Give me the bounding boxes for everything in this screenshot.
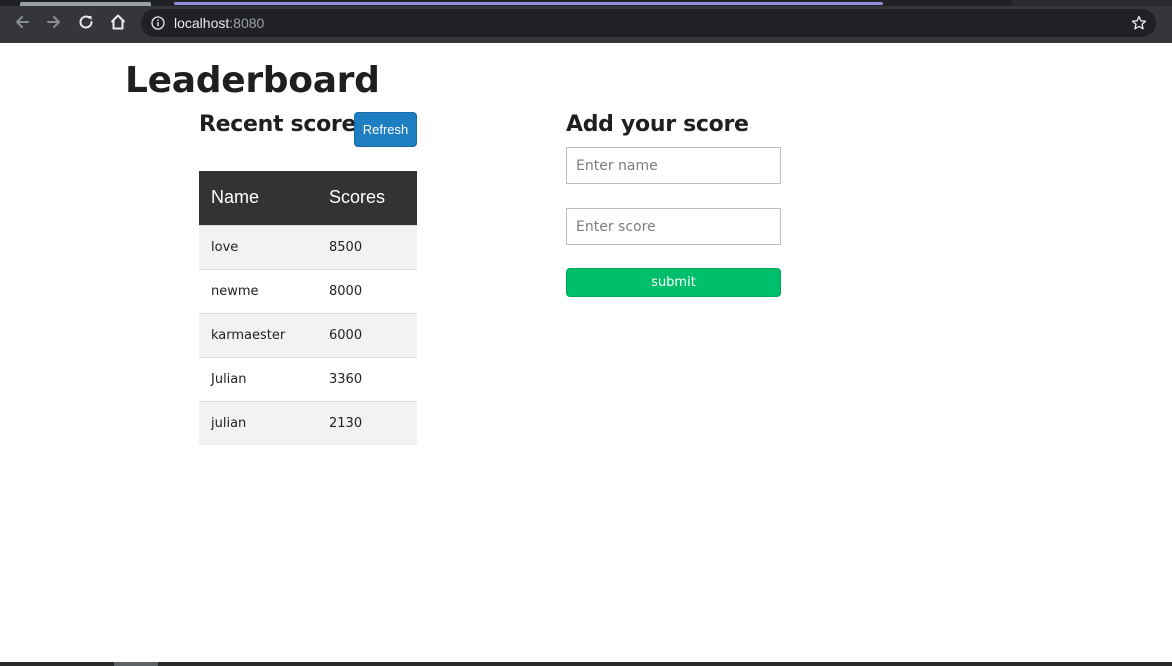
row-score-cell: 2130 (317, 400, 417, 445)
column-header-scores: Scores (317, 171, 417, 225)
home-button[interactable] (108, 12, 128, 32)
url-text[interactable]: localhost:8080 (174, 15, 264, 31)
submit-button[interactable]: submit (566, 268, 781, 297)
row-name-cell: newme (199, 268, 317, 313)
row-score-cell: 6000 (317, 312, 417, 357)
column-header-name: Name (199, 171, 317, 225)
arrow-right-icon (47, 16, 60, 28)
name-input[interactable] (566, 147, 781, 184)
table-row: Julian 3360 (199, 356, 417, 401)
table-row: newme 8000 (199, 268, 417, 313)
tab-strip (0, 0, 1172, 6)
bottom-edge-segment (114, 662, 158, 666)
bottom-edge-bar (0, 662, 1172, 666)
recent-scores-heading: Recent scores (199, 112, 369, 137)
row-name-cell: karmaester (199, 312, 317, 357)
table-row: love 8500 (199, 224, 417, 269)
table-header-row: Name Scores (199, 171, 417, 225)
scores-table: Name Scores love 8500 newme 8000 karmaes… (199, 171, 417, 445)
reload-icon (79, 15, 93, 29)
url-port: :8080 (229, 15, 265, 31)
page-title: Leaderboard (125, 60, 380, 101)
row-score-cell: 3360 (317, 356, 417, 401)
refresh-button[interactable]: Refresh (354, 112, 417, 147)
table-row: julian 2130 (199, 400, 417, 445)
add-score-heading: Add your score (566, 112, 749, 137)
home-icon (110, 14, 126, 30)
star-icon[interactable] (1131, 15, 1147, 31)
browser-toolbar: localhost:8080 (0, 0, 1172, 43)
info-icon[interactable] (151, 16, 165, 30)
row-score-cell: 8500 (317, 224, 417, 269)
row-name-cell: Julian (199, 356, 317, 401)
url-host: localhost (174, 15, 230, 31)
address-bar[interactable]: localhost:8080 (141, 9, 1156, 37)
row-name-cell: love (199, 224, 317, 269)
table-row: karmaester 6000 (199, 312, 417, 357)
forward-button[interactable] (44, 12, 64, 32)
tab-strip-end (1012, 0, 1172, 6)
reload-button[interactable] (76, 12, 96, 32)
inactive-tab[interactable] (20, 2, 151, 6)
row-score-cell: 8000 (317, 268, 417, 313)
back-button[interactable] (12, 12, 32, 32)
row-name-cell: julian (199, 400, 317, 445)
score-input[interactable] (566, 208, 781, 245)
arrow-left-icon (16, 16, 29, 28)
loading-indicator (174, 2, 883, 5)
